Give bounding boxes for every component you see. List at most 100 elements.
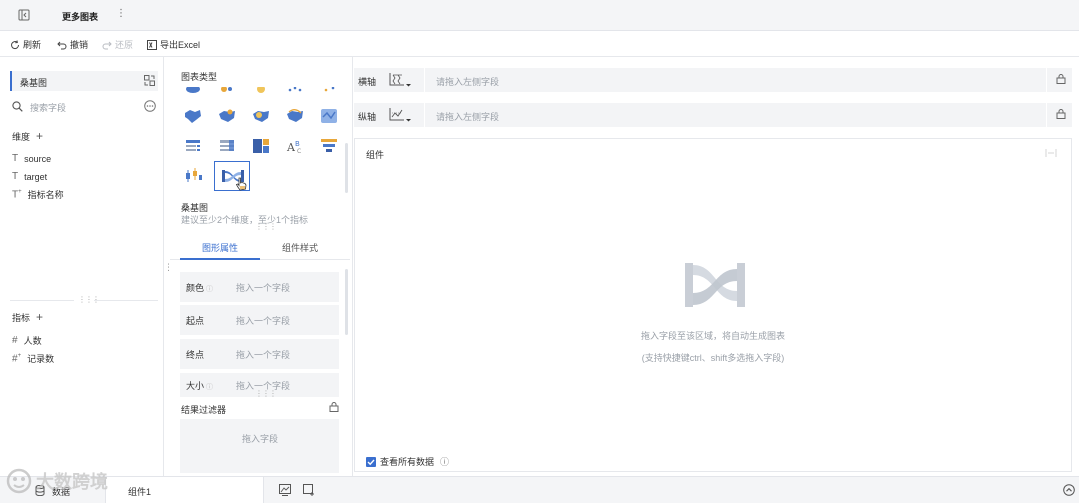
chart-type-treemap-icon[interactable]	[250, 137, 272, 155]
color-label: 颜色 ⓘ	[186, 282, 213, 293]
chart-type-cross-table-icon[interactable]	[216, 137, 238, 155]
y-axis-type-icon[interactable]	[389, 107, 413, 123]
chart-type-scrollbar[interactable]	[345, 143, 348, 193]
chart-name: 桑基图	[20, 78, 48, 88]
lock-icon[interactable]	[1056, 74, 1066, 84]
info-icon[interactable]: ⓘ	[440, 455, 449, 468]
source-hint: 拖入一个字段	[236, 315, 291, 326]
chart-type-title: 图表类型	[181, 72, 218, 82]
search-input[interactable]: 搜索字段	[30, 101, 66, 114]
dimension-item[interactable]: T target	[12, 171, 47, 182]
property-scrollbar[interactable]	[345, 269, 348, 335]
x-axis-dropzone[interactable]: 横轴 请拖入左侧字段	[354, 68, 1072, 92]
undo-button[interactable]: 撤销	[57, 38, 88, 51]
add-dimension-icon[interactable]: +	[36, 129, 43, 143]
chart-type-map-icon[interactable]	[182, 87, 204, 95]
dimension-item[interactable]: T+ 指标名称	[12, 188, 64, 201]
chart-type-heat-region-icon[interactable]	[250, 107, 272, 125]
redo-icon	[102, 41, 112, 49]
switch-dataset-icon[interactable]	[144, 75, 155, 86]
chart-type-table-icon[interactable]	[182, 137, 204, 155]
divider	[10, 300, 74, 301]
color-property-dropzone[interactable]: 颜色 ⓘ 拖入一个字段	[180, 272, 339, 302]
text-type-icon: T	[12, 153, 19, 164]
number-type-icon: #	[12, 335, 18, 346]
divider	[1046, 103, 1047, 127]
dimension-label: source	[24, 153, 52, 164]
chart-type-point-map-icon[interactable]	[216, 107, 238, 125]
tab-graphic-properties[interactable]: 图形属性	[180, 235, 260, 260]
bottom-bar: 数据 组件1	[0, 476, 1079, 503]
chart-type-word-cloud-icon[interactable]: ABC	[284, 137, 306, 155]
refresh-button[interactable]: 刷新	[10, 38, 41, 51]
tab-component-style[interactable]: 组件样式	[260, 235, 340, 260]
dimension-header: 维度 +	[12, 129, 43, 143]
add-dashboard-icon[interactable]	[303, 484, 315, 496]
tab-label: 图形属性	[202, 243, 239, 253]
chart-type-sankey-selected[interactable]	[214, 161, 250, 191]
x-axis-label: 横轴	[358, 77, 377, 87]
lock-icon[interactable]	[1056, 109, 1066, 119]
chart-type-boxplot-icon[interactable]	[182, 167, 204, 185]
target-property-dropzone[interactable]: 终点 拖入一个字段	[180, 339, 339, 369]
add-component-icon[interactable]	[279, 484, 291, 496]
empty-hint-primary: 拖入字段至该区域，将自动生成图表	[640, 331, 785, 341]
add-measure-icon[interactable]: +	[36, 310, 43, 324]
divider	[424, 103, 425, 127]
x-axis-placeholder: 请拖入左侧字段	[436, 77, 500, 87]
measure-item[interactable]: # 人数	[12, 334, 42, 347]
collapse-panel-icon[interactable]	[18, 9, 30, 21]
text-type-icon: T	[12, 171, 19, 182]
search-icon	[12, 101, 23, 112]
component-tab-active[interactable]: 组件1	[105, 477, 264, 503]
collapse-canvas-icon[interactable]	[1045, 148, 1057, 158]
divider	[1046, 68, 1047, 92]
more-menu-icon[interactable]: ⋮	[116, 8, 126, 19]
y-axis-placeholder: 请拖入左侧字段	[436, 112, 500, 122]
divider	[94, 300, 158, 301]
watermark-text: 大数跨境	[36, 472, 108, 492]
size-label: 大小 ⓘ	[186, 380, 213, 391]
show-all-checkbox[interactable]	[366, 456, 376, 467]
chart-canvas[interactable]: 组件 拖入字段至该区域，将自动生成图表 (支持快捷键ctrl、shift多选拖入…	[354, 138, 1072, 472]
chart-type-flow-region-icon[interactable]	[284, 107, 306, 125]
x-axis-type-icon[interactable]	[389, 72, 413, 88]
measure-title: 指标	[12, 312, 31, 323]
measure-header: 指标 +	[12, 310, 43, 324]
chart-type-resize-handle[interactable]: ⋮⋮⋮	[255, 222, 277, 231]
svg-text:B: B	[295, 140, 300, 148]
canvas-title: 组件	[366, 150, 385, 160]
chart-type-region-map-icon[interactable]	[182, 107, 204, 125]
chart-type-flow-map-icon[interactable]	[318, 87, 340, 95]
more-options-icon[interactable]	[144, 100, 156, 112]
redo-button[interactable]: 还原	[102, 38, 133, 51]
chart-type-heat-map-icon[interactable]	[250, 87, 272, 95]
chart-type-bubble-map-icon[interactable]	[216, 87, 238, 95]
chart-type-funnel-icon[interactable]	[318, 137, 340, 155]
result-filter-dropzone[interactable]: 拖入字段	[180, 419, 339, 473]
chart-config-panel: 图表类型 ABC 桑基图 建议至少2个维度，至少1个指标 ⋮⋮⋮ 图形属性 组件…	[170, 57, 353, 476]
chart-name-box[interactable]: 桑基图	[10, 71, 158, 91]
top-bar: 更多图表 ⋮	[0, 0, 1079, 31]
expand-up-icon[interactable]	[1063, 484, 1075, 496]
measure-label: 人数	[23, 336, 42, 346]
source-property-dropzone[interactable]: 起点 拖入一个字段	[180, 305, 339, 335]
filter-resize-handle[interactable]: ⋮⋮⋮	[255, 389, 277, 398]
chart-type-scatter-map-icon[interactable]	[284, 87, 306, 95]
refresh-icon	[11, 39, 20, 49]
export-excel-button[interactable]: 导出Excel	[147, 38, 200, 51]
chart-type-gis-map-icon[interactable]	[318, 107, 340, 125]
lock-icon[interactable]	[329, 402, 339, 412]
field-search[interactable]: 搜索字段	[12, 100, 132, 114]
selected-chart-hint: 建议至少2个维度，至少1个指标	[181, 215, 309, 225]
empty-chart-placeholder-icon	[685, 263, 745, 307]
show-all-data-toggle[interactable]: 查看所有数据 ⓘ	[366, 455, 449, 468]
y-axis-dropzone[interactable]: 纵轴 请拖入左侧字段	[354, 103, 1072, 127]
divider	[424, 68, 425, 92]
dimension-item[interactable]: T source	[12, 153, 51, 164]
toolbar: 刷新 撤销 还原 导出Excel	[0, 31, 1079, 57]
target-label: 终点	[186, 349, 205, 360]
measure-item[interactable]: #+ 记录数	[12, 352, 54, 365]
info-icon: ⓘ	[204, 383, 213, 391]
undo-label: 撤销	[70, 40, 89, 50]
